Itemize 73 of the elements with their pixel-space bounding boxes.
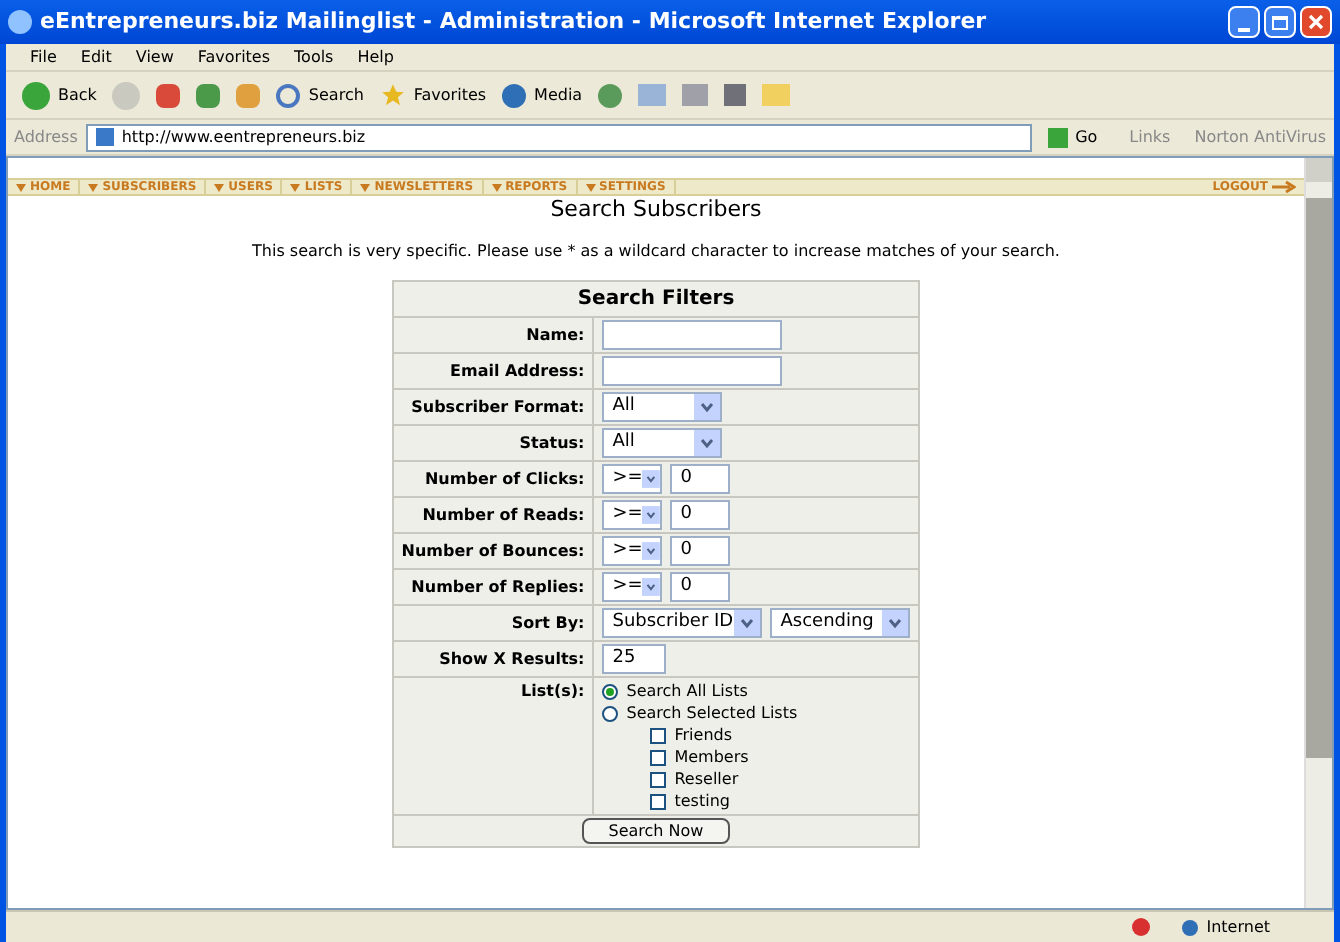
menu-item[interactable]: Tools [294, 45, 334, 69]
minimize-icon [1238, 28, 1250, 32]
menu-item[interactable]: View [135, 45, 174, 69]
checkbox-label: Friends [674, 723, 733, 747]
back-label[interactable]: Back [58, 83, 97, 107]
field-label: List(s): [392, 677, 594, 815]
field-label: Number of Replies: [392, 569, 594, 605]
minimize-button[interactable] [1228, 6, 1260, 38]
caret-icon [88, 183, 99, 191]
field-label: Number of Clicks: [392, 461, 594, 497]
page-heading: Search Subscribers [548, 196, 764, 224]
field-label: Email Address: [392, 353, 594, 389]
number-field[interactable]: 25 [602, 644, 667, 674]
go-button[interactable]: Go [1039, 125, 1106, 149]
number-field[interactable]: 0 [670, 572, 731, 602]
zone-label: Internet [1206, 915, 1270, 939]
radio-label: Search All Lists [626, 679, 748, 703]
text-field[interactable] [602, 356, 783, 386]
search-now-button[interactable]: Search Now [582, 818, 730, 844]
checkbox-label: Reseller [674, 767, 739, 791]
window-title: eEntrepreneurs.biz Mailinglist - Administration - Microsoft Internet Explorer [40, 5, 989, 38]
number-field[interactable]: 0 [670, 464, 731, 494]
close-icon [1308, 14, 1324, 30]
radio-label: Search Selected Lists [626, 701, 798, 725]
dropdown[interactable]: All [602, 428, 723, 458]
menu-item[interactable]: Help [357, 45, 394, 69]
sort-field-dropdown[interactable]: Subscriber ID [602, 608, 763, 638]
table-title: Search Filters [392, 281, 920, 317]
number-field[interactable]: 0 [670, 536, 731, 566]
caret-icon [585, 183, 596, 191]
operator-dropdown[interactable]: >= [602, 572, 663, 602]
field-label: Number of Bounces: [392, 533, 594, 569]
field-label: Name: [392, 317, 594, 353]
caret-icon [16, 183, 26, 191]
field-label: Show X Results: [392, 641, 594, 677]
menu-item[interactable]: File [30, 45, 57, 69]
search-note: This search is very specific. Please use * as a wildcard character to increase matches of your search. [250, 240, 1062, 264]
sort-order-dropdown[interactable]: Ascending [770, 608, 911, 638]
scrollbar[interactable] [1304, 158, 1332, 908]
media-label[interactable]: Media [534, 83, 583, 107]
menu-item[interactable]: Favorites [197, 45, 271, 69]
caret-icon [214, 183, 225, 191]
dropdown[interactable]: All [602, 392, 723, 422]
star-icon[interactable] [379, 82, 406, 108]
operator-dropdown[interactable]: >= [602, 464, 663, 494]
checkbox[interactable] [650, 793, 667, 809]
field-label: Status: [392, 425, 594, 461]
maximize-icon [1272, 15, 1288, 29]
caret-icon [290, 183, 301, 191]
favorites-label[interactable]: Favorites [413, 83, 487, 107]
search-label[interactable]: Search [308, 83, 364, 107]
address-field[interactable]: http://www.eentrepreneurs.biz [85, 123, 1032, 151]
radio-button[interactable] [602, 683, 619, 699]
caret-icon [360, 183, 371, 191]
caret-icon [491, 183, 502, 191]
operator-dropdown[interactable]: >= [602, 500, 663, 530]
text-field[interactable] [602, 320, 783, 350]
search-icon[interactable] [276, 83, 301, 107]
radio-button[interactable] [602, 705, 619, 721]
checkbox-label: testing [674, 789, 730, 813]
field-label: Number of Reads: [392, 497, 594, 533]
menu-item[interactable]: Edit [80, 45, 112, 69]
checkbox[interactable] [650, 727, 667, 743]
maximize-button[interactable] [1264, 6, 1296, 38]
number-field[interactable]: 0 [670, 500, 731, 530]
operator-dropdown[interactable]: >= [602, 536, 663, 566]
checkbox[interactable] [650, 749, 667, 765]
field-label: Sort By: [392, 605, 594, 641]
close-button[interactable] [1300, 6, 1332, 38]
address-label: Address [14, 125, 78, 149]
field-label: Subscriber Format: [392, 389, 594, 425]
checkbox[interactable] [650, 771, 667, 787]
checkbox-label: Members [674, 745, 749, 769]
